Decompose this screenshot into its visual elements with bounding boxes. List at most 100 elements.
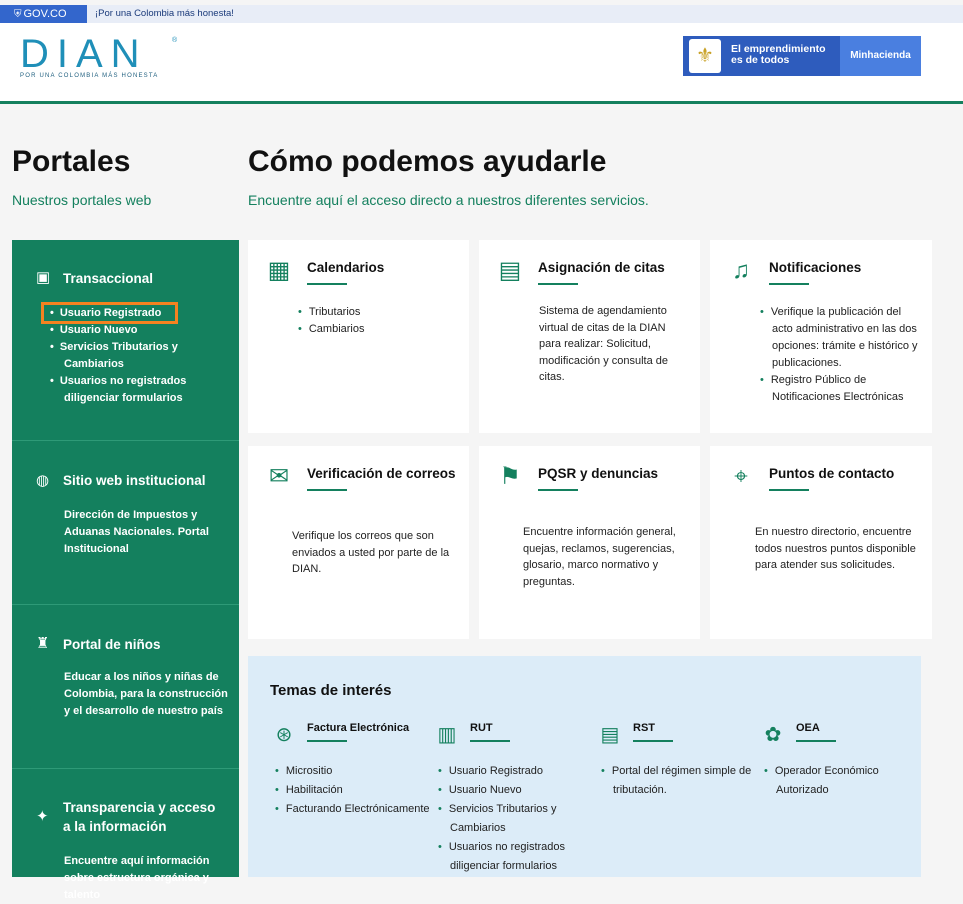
link-usuario-nuevo[interactable]: Usuario Nuevo xyxy=(50,322,230,339)
title-line-2: a la información xyxy=(63,819,167,834)
portales-subtitle: Nuestros portales web xyxy=(12,192,152,208)
tema-underline xyxy=(796,740,836,742)
link-label: Usuario Nuevo xyxy=(59,324,138,336)
link-label: Tributarios xyxy=(308,306,361,318)
card-text: En nuestro directorio, encuentre todos n… xyxy=(755,526,916,571)
portal-transaccional: ▣ Transaccional Usuario Registrado Usuar… xyxy=(12,240,239,441)
children-icon: ♜ xyxy=(36,635,50,652)
portal-transparencia: ✦ Transparencia y acceso a la informació… xyxy=(12,769,239,901)
link-label: Registro Público de Notificaciones Elect… xyxy=(770,374,904,403)
govco-shield-icon: ⛨ xyxy=(14,9,22,20)
dian-logo[interactable]: DIAN POR UNA COLOMBIA MÁS HONESTA ® xyxy=(20,32,180,87)
card-text: Verifique los correos que son enviados a… xyxy=(292,530,450,575)
oea-icon: ✿ xyxy=(764,724,782,746)
link-tributarios[interactable]: Tributarios xyxy=(298,304,365,321)
link-label: Verifique la publicación del acto admini… xyxy=(770,306,918,369)
link-registro-publico[interactable]: Registro Público de Notificaciones Elect… xyxy=(760,372,922,406)
title-line-1: Transparencia y acceso xyxy=(63,800,216,815)
govco-label: GOV.CO xyxy=(23,8,67,20)
mail-check-icon: ✉ xyxy=(268,463,290,490)
portal-title-ninos[interactable]: Portal de niños xyxy=(63,635,161,654)
link-label: Micrositio xyxy=(285,765,333,777)
link-label: Facturando Electrónicamente xyxy=(285,803,430,815)
calendar-icon: ▦ xyxy=(267,257,291,284)
header-divider xyxy=(0,101,963,104)
tema-title[interactable]: RUT xyxy=(470,722,493,734)
link-label: Servicios Tributarios y Cambiarios xyxy=(59,341,178,370)
link-operador-economico[interactable]: Operador Económico Autorizado xyxy=(764,762,904,800)
tema-links: Operador Económico Autorizado xyxy=(764,762,904,800)
temas-interes: Temas de interés ⊛ Factura Electrónica M… xyxy=(248,656,921,877)
highlight-box xyxy=(41,302,178,324)
card-underline xyxy=(538,489,578,491)
tema-links: Usuario Registrado Usuario Nuevo Servici… xyxy=(438,762,583,876)
card-title: Puntos de contacto xyxy=(769,466,895,481)
colombia-shield-icon: ⚜ xyxy=(689,39,721,73)
link-verifique-publicacion[interactable]: Verifique la publicación del acto admini… xyxy=(760,304,922,372)
govco-link[interactable]: ⛨ GOV.CO xyxy=(0,5,87,23)
link-servicios-tributarios[interactable]: Servicios Tributarios y Cambiarios xyxy=(50,339,230,373)
link-rut-no-registrados[interactable]: Usuarios no registrados diligenciar form… xyxy=(438,838,583,876)
tema-underline xyxy=(633,740,673,742)
card-verificacion-correos[interactable]: ✉ Verificación de correos Verifique los … xyxy=(248,446,469,639)
card-title: Notificaciones xyxy=(769,260,862,275)
link-label: Cambiarios xyxy=(308,323,365,335)
location-pin-icon: ⌖ xyxy=(734,463,748,490)
card-text: Encuentre información general, quejas, r… xyxy=(523,526,676,588)
card-text: Sistema de agendamiento virtual de citas… xyxy=(539,305,669,383)
link-habilitacion[interactable]: Habilitación xyxy=(275,781,435,800)
link-micrositio[interactable]: Micrositio xyxy=(275,762,435,781)
logo-word: DIAN xyxy=(20,32,148,76)
transaction-icon: ▣ xyxy=(36,269,51,286)
transparency-icon: ✦ xyxy=(36,808,49,825)
link-label: Operador Económico Autorizado xyxy=(774,765,879,796)
card-title: PQSR y denuncias xyxy=(538,466,659,481)
tema-title[interactable]: Factura Electrónica xyxy=(307,722,409,734)
portal-title-transaccional[interactable]: Transaccional xyxy=(63,269,153,288)
minhacienda-label: Minhacienda xyxy=(840,36,921,76)
tema-title[interactable]: RST xyxy=(633,722,655,734)
card-underline xyxy=(769,283,809,285)
card-asignacion-citas[interactable]: ▤ Asignación de citas Sistema de agendam… xyxy=(479,240,700,433)
link-rut-usuario-nuevo[interactable]: Usuario Nuevo xyxy=(438,781,583,800)
link-cambiarios[interactable]: Cambiarios xyxy=(298,321,365,338)
card-notificaciones[interactable]: ♫ Notificaciones Verifique la publicació… xyxy=(710,240,932,433)
link-facturando[interactable]: Facturando Electrónicamente xyxy=(275,800,435,819)
card-pqsr-denuncias[interactable]: ⚑ PQSR y denuncias Encuentre información… xyxy=(479,446,700,639)
gov-tagline: ¡Por una Colombia más honesta! xyxy=(95,8,234,19)
card-title: Verificación de correos xyxy=(307,466,456,481)
portal-title-institucional[interactable]: Sitio web institucional xyxy=(63,471,206,490)
card-puntos-contacto[interactable]: ⌖ Puntos de contacto En nuestro director… xyxy=(710,446,932,639)
card-links: Tributarios Cambiarios xyxy=(298,304,365,338)
portal-title-transparencia[interactable]: Transparencia y acceso a la información xyxy=(63,798,215,836)
invoice-icon: ⊛ xyxy=(275,724,293,746)
portal-desc-institucional: Dirección de Impuestos y Aduanas Naciona… xyxy=(64,509,209,555)
temas-title: Temas de interés xyxy=(270,682,392,699)
badge-left: ⚜ El emprendimiento es de todos xyxy=(683,36,840,76)
rst-icon: ▤ xyxy=(600,724,620,746)
portal-desc-ninos: Educar a los niños y niñas de Colombia, … xyxy=(64,671,228,717)
link-label: Servicios Tributarios y Cambiarios xyxy=(448,803,557,834)
link-regimen-simple[interactable]: Portal del régimen simple de tributación… xyxy=(601,762,763,800)
tema-underline xyxy=(470,740,510,742)
link-rut-servicios[interactable]: Servicios Tributarios y Cambiarios xyxy=(438,800,583,838)
link-label: Usuarios no registrados diligenciar form… xyxy=(59,375,187,404)
tema-links: Portal del régimen simple de tributación… xyxy=(601,762,763,800)
portal-ninos: ♜ Portal de niños Educar a los niños y n… xyxy=(12,605,239,769)
complaint-icon: ⚑ xyxy=(499,463,521,490)
card-underline xyxy=(307,283,347,285)
card-underline xyxy=(769,489,809,491)
notification-icon: ♫ xyxy=(732,257,750,284)
link-usuarios-no-registrados[interactable]: Usuarios no registrados diligenciar form… xyxy=(50,373,230,407)
link-label: Usuario Registrado xyxy=(448,765,544,777)
tema-title[interactable]: OEA xyxy=(796,722,820,734)
rut-icon: ▥ xyxy=(437,724,457,746)
portal-institucional: ◍ Sitio web institucional Dirección de I… xyxy=(12,441,239,605)
card-calendarios[interactable]: ▦ Calendarios Tributarios Cambiarios xyxy=(248,240,469,433)
portales-sidebar: ▣ Transaccional Usuario Registrado Usuar… xyxy=(12,240,239,901)
card-underline xyxy=(307,489,347,491)
government-badge[interactable]: ⚜ El emprendimiento es de todos Minhacie… xyxy=(683,36,921,76)
portal-desc-transparencia: Encuentre aquí información sobre estruct… xyxy=(64,855,210,901)
tema-underline xyxy=(307,740,347,742)
link-rut-usuario-registrado[interactable]: Usuario Registrado xyxy=(438,762,583,781)
